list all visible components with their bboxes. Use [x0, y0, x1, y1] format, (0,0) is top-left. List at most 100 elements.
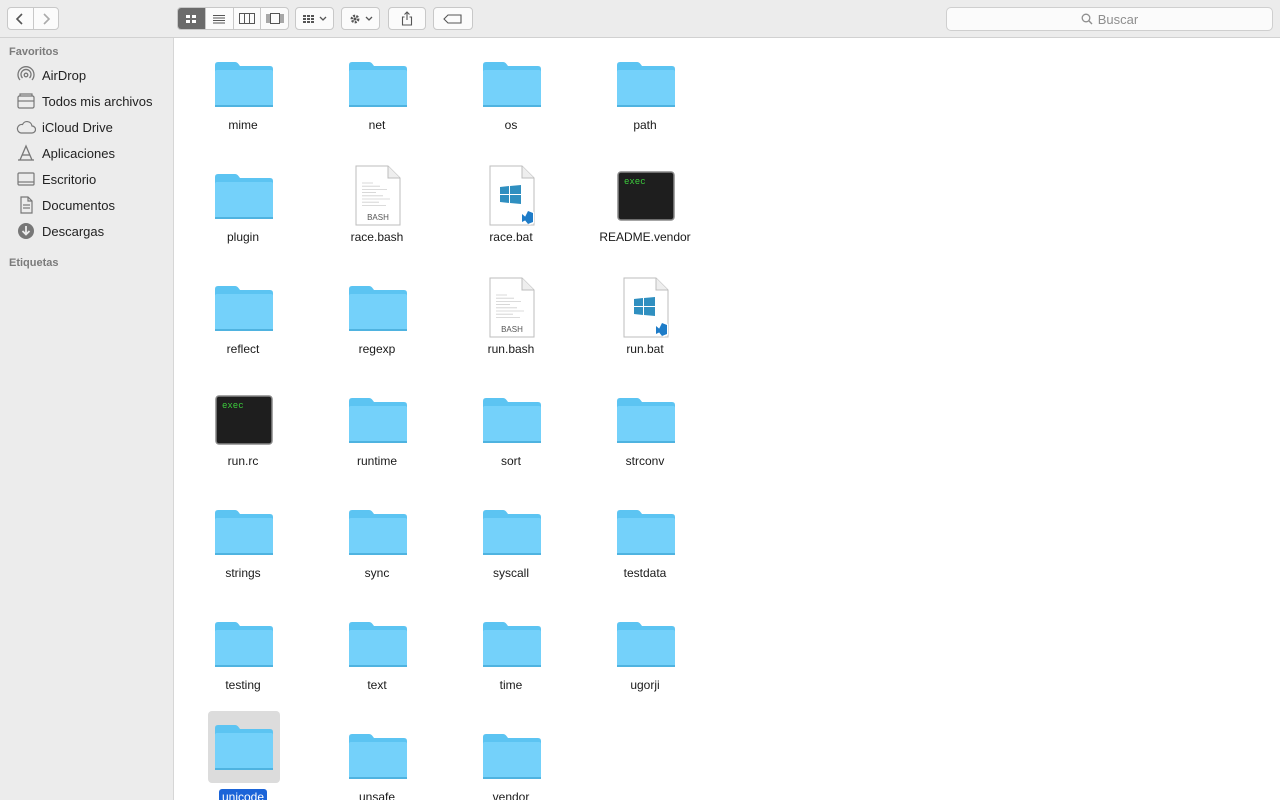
cloud-icon: [16, 117, 36, 137]
file-item[interactable]: os: [444, 42, 578, 152]
file-label: testdata: [578, 566, 712, 580]
folder-icon: [343, 723, 413, 789]
file-name: run.bat: [626, 342, 664, 356]
file-item[interactable]: testdata: [578, 490, 712, 600]
file-label: sort: [444, 454, 578, 468]
file-item[interactable]: mime: [176, 42, 310, 152]
windows-batch-file-icon: [477, 163, 547, 229]
folder-icon: [611, 611, 681, 677]
columns-icon: [238, 13, 255, 24]
search-field[interactable]: Buscar: [946, 7, 1273, 31]
file-name: syscall: [492, 566, 529, 580]
list-view-button[interactable]: [204, 8, 233, 29]
file-label: path: [578, 118, 712, 132]
back-button[interactable]: [8, 8, 33, 29]
folder-icon: [611, 499, 681, 565]
file-item[interactable]: testing: [176, 602, 310, 712]
sidebar-item-documents[interactable]: Documentos: [16, 193, 166, 217]
sidebar-item-downloads[interactable]: Descargas: [16, 219, 166, 243]
file-item[interactable]: reflect: [176, 266, 310, 376]
file-name: testing: [225, 678, 261, 692]
file-name: regexp: [358, 342, 396, 356]
chevron-right-icon: [43, 12, 50, 25]
file-name: race.bash: [350, 230, 404, 244]
file-item[interactable]: net: [310, 42, 444, 152]
arrange-icon: [302, 14, 326, 23]
file-label: run.bat: [578, 342, 712, 356]
file-item[interactable]: syscall: [444, 490, 578, 600]
column-view-button[interactable]: [232, 8, 261, 29]
file-label: testing: [176, 678, 310, 692]
sidebar-item-icloud-drive[interactable]: iCloud Drive: [16, 115, 166, 139]
file-item[interactable]: sync: [310, 490, 444, 600]
file-item[interactable]: strings: [176, 490, 310, 600]
share-icon: [401, 11, 413, 26]
folder-icon: [343, 51, 413, 117]
search-placeholder: Buscar: [1097, 11, 1139, 27]
file-name: mime: [228, 118, 258, 132]
file-label: sync: [310, 566, 444, 580]
terminal-exec-icon: exec: [611, 163, 681, 229]
sidebar-item-label: AirDrop: [42, 67, 87, 83]
favorites-header: Favoritos: [9, 46, 59, 58]
bash-file-icon: BASH: [343, 163, 413, 229]
file-item[interactable]: vendor: [444, 714, 578, 800]
sidebar-item-label: Documentos: [42, 197, 115, 213]
sidebar: Favoritos AirDrop Todos mis archivos iCl…: [0, 38, 174, 800]
sidebar-item-desktop[interactable]: Escritorio: [16, 167, 166, 191]
list-icon: [213, 14, 226, 23]
sidebar-item-applications[interactable]: Aplicaciones: [16, 141, 166, 165]
icon-view-button[interactable]: [178, 8, 205, 29]
tag-button[interactable]: [433, 7, 473, 30]
file-label: runtime: [310, 454, 444, 468]
file-label: os: [444, 118, 578, 132]
file-grid: mime net os path plugin BASH race.bash race.bat…: [175, 38, 1280, 800]
file-item[interactable]: BASH race.bash: [310, 154, 444, 264]
arrange-button[interactable]: [295, 7, 334, 30]
file-name: README.vendor: [599, 230, 691, 244]
folder-icon: [209, 163, 279, 229]
sidebar-item-airdrop[interactable]: AirDrop: [16, 63, 166, 87]
file-item[interactable]: sort: [444, 378, 578, 488]
downloads-icon: [16, 221, 36, 241]
action-button[interactable]: [341, 7, 380, 30]
file-item[interactable]: plugin: [176, 154, 310, 264]
file-item[interactable]: ugorji: [578, 602, 712, 712]
file-item[interactable]: run.bat: [578, 266, 712, 376]
file-item[interactable]: text: [310, 602, 444, 712]
applications-icon: [16, 143, 36, 163]
share-button[interactable]: [388, 7, 426, 30]
gallery-view-button[interactable]: [260, 8, 288, 29]
file-item[interactable]: exec README.vendor: [578, 154, 712, 264]
file-item[interactable]: strconv: [578, 378, 712, 488]
file-label: reflect: [176, 342, 310, 356]
file-item[interactable]: time: [444, 602, 578, 712]
sidebar-item-label: Descargas: [42, 223, 105, 239]
file-item[interactable]: path: [578, 42, 712, 152]
nav-buttons: [7, 7, 59, 30]
file-item[interactable]: unicode: [176, 711, 310, 800]
folder-icon: [343, 387, 413, 453]
forward-button[interactable]: [32, 8, 59, 29]
windows-batch-file-icon: [611, 275, 681, 341]
folder-icon: [343, 499, 413, 565]
file-item[interactable]: race.bat: [444, 154, 578, 264]
file-name: plugin: [226, 230, 260, 244]
folder-icon: [477, 499, 547, 565]
file-label: mime: [176, 118, 310, 132]
file-item[interactable]: exec run.rc: [176, 378, 310, 488]
file-label: unsafe: [310, 790, 444, 800]
file-item[interactable]: BASH run.bash: [444, 266, 578, 376]
file-name: vendor: [492, 790, 530, 800]
file-label: net: [310, 118, 444, 132]
folder-icon: [209, 499, 279, 565]
sidebar-item-all-files[interactable]: Todos mis archivos: [16, 89, 166, 113]
toolbar: Buscar: [0, 0, 1280, 38]
file-name: race.bat: [489, 230, 533, 244]
folder-icon: [208, 711, 280, 783]
file-item[interactable]: unsafe: [310, 714, 444, 800]
folder-icon: [611, 387, 681, 453]
file-item[interactable]: runtime: [310, 378, 444, 488]
folder-icon: [611, 51, 681, 117]
file-item[interactable]: regexp: [310, 266, 444, 376]
